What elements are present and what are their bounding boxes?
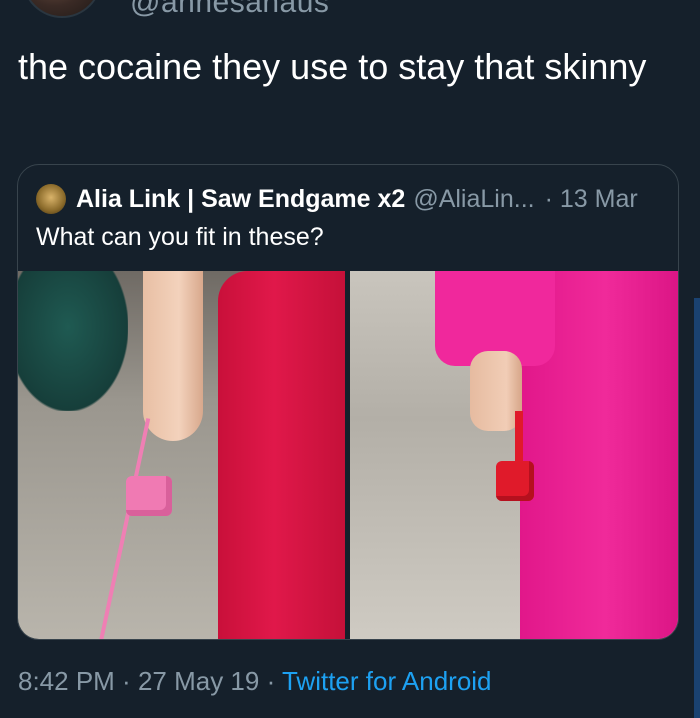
quoted-tweet-text: What can you fit in these? xyxy=(36,223,324,251)
author-handle[interactable]: @annesanaus xyxy=(130,0,329,20)
scrollbar[interactable] xyxy=(694,298,700,718)
red-mini-bag xyxy=(496,461,534,501)
photo-red-bag[interactable] xyxy=(350,271,678,639)
arm xyxy=(143,271,203,441)
bag-strap xyxy=(98,418,174,639)
meta-separator: · xyxy=(114,666,138,696)
meta-separator: · xyxy=(259,666,282,696)
quoted-author-avatar xyxy=(36,184,66,214)
tweet-source-link[interactable]: Twitter for Android xyxy=(282,666,492,696)
tweet-date: 27 May 19 xyxy=(137,666,260,696)
background-plant xyxy=(18,271,128,411)
photo-pink-bag[interactable] xyxy=(18,271,345,639)
pink-mini-bag xyxy=(126,476,172,516)
quoted-author-handle: @AliaLin... xyxy=(413,184,535,213)
quoted-author-name: Alia Link | Saw Endgame x2 xyxy=(76,184,406,213)
quoted-tweet-card[interactable]: Alia Link | Saw Endgame x2 @AliaLin... ·… xyxy=(17,164,679,640)
bag-strap xyxy=(515,411,523,466)
tweet-meta: 8:42 PM · 27 May 19 · Twitter for Androi… xyxy=(18,666,492,697)
tweet-text: the cocaine they use to stay that skinny xyxy=(18,46,647,87)
red-dress xyxy=(218,271,345,639)
quoted-tweet-header: Alia Link | Saw Endgame x2 @AliaLin... ·… xyxy=(36,182,638,216)
quoted-tweet-time: · 13 Mar xyxy=(544,184,638,213)
author-avatar[interactable] xyxy=(22,0,102,18)
tweet-time: 8:42 PM xyxy=(18,666,115,696)
